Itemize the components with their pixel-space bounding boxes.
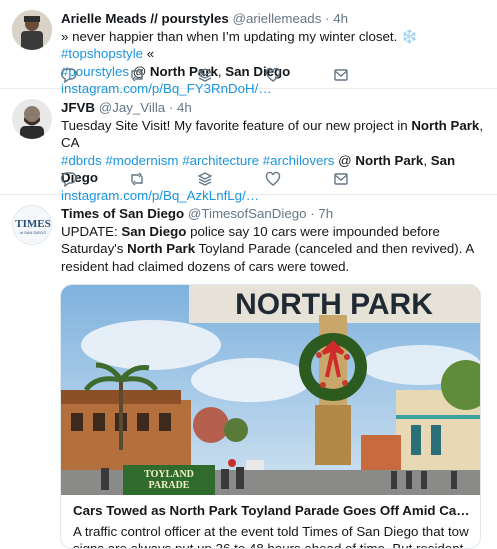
svg-text:TOYLAND: TOYLAND — [144, 469, 194, 480]
message-icon[interactable] — [333, 170, 401, 188]
author-name[interactable]: Times of San Diego — [61, 206, 184, 221]
timestamp[interactable]: 7h — [318, 206, 333, 221]
stack-icon[interactable] — [197, 170, 265, 188]
svg-text:PARADE: PARADE — [149, 480, 190, 491]
timestamp[interactable]: 4h — [177, 100, 192, 115]
avatar[interactable]: TIMES of SAN DIEGO — [12, 205, 52, 245]
svg-text:of SAN DIEGO: of SAN DIEGO — [20, 230, 47, 235]
author-handle[interactable]: @TimesofSanDiego — [188, 206, 307, 221]
message-icon[interactable] — [333, 66, 401, 84]
link-card[interactable]: NORTH PARK TOYLAND PARADE Cars Towed as … — [60, 284, 481, 549]
like-icon[interactable] — [265, 170, 333, 188]
author-name[interactable]: JFVB — [61, 100, 95, 115]
stack-icon[interactable] — [197, 66, 265, 84]
reply-icon[interactable] — [61, 170, 129, 188]
author-name[interactable]: Arielle Meads // pourstyles — [61, 11, 229, 26]
snowflake-emoji: ❄️ — [401, 28, 418, 44]
tweet-actions — [61, 66, 401, 84]
tweet-text: » never happier than when I’m updating m… — [61, 28, 418, 97]
author-handle[interactable]: @ariellemeads — [232, 11, 321, 26]
hashtag-links[interactable]: #dbrds #modernism #architecture #archilo… — [61, 153, 334, 168]
hashtag-link[interactable]: #topshopstyle — [61, 46, 143, 61]
retweet-icon[interactable] — [129, 170, 197, 188]
tweet-text: UPDATE: San Diego police say 10 cars wer… — [61, 223, 474, 274]
tweet-times-of-san-diego[interactable]: TIMES of SAN DIEGO Times of San Diego @T… — [0, 195, 497, 549]
author-handle[interactable]: @Jay_Villa — [99, 100, 165, 115]
retweet-icon[interactable] — [129, 66, 197, 84]
svg-text:TIMES: TIMES — [15, 218, 50, 230]
tweet-actions — [61, 170, 401, 188]
card-description: A traffic control officer at the event t… — [73, 524, 469, 549]
card-image: NORTH PARK TOYLAND PARADE — [61, 285, 480, 495]
avatar[interactable] — [12, 99, 52, 139]
tweet-text: Tuesday Site Visit! My favorite feature … — [61, 117, 484, 203]
timestamp[interactable]: 4h — [333, 11, 348, 26]
card-title[interactable]: Cars Towed as North Park Toyland Parade … — [73, 503, 473, 518]
tweet-arielle[interactable]: Arielle Meads // pourstyles @ariellemead… — [0, 0, 497, 96]
avatar[interactable] — [12, 10, 52, 50]
like-icon[interactable] — [265, 66, 333, 84]
tweet-jfvb[interactable]: JFVB @Jay_Villa · 4h Tuesday Site Visit!… — [0, 89, 497, 203]
reply-icon[interactable] — [61, 66, 129, 84]
